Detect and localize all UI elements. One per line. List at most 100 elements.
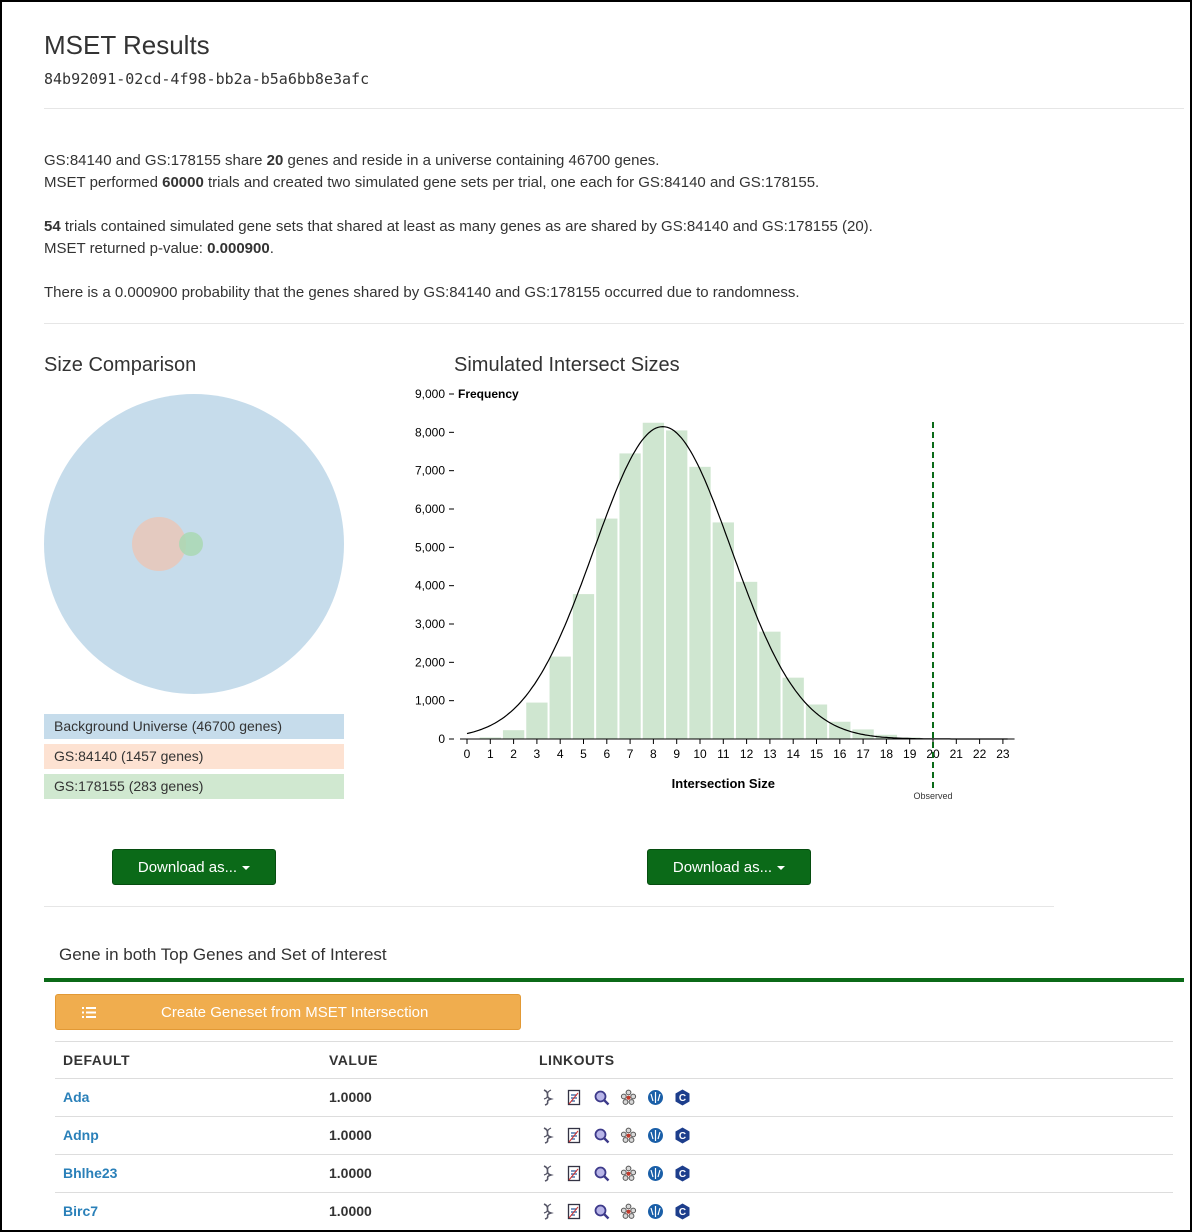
- y-tick-label: 2,000: [415, 655, 445, 669]
- hexagon-c-icon[interactable]: C: [674, 1203, 691, 1220]
- dna-icon[interactable]: [539, 1127, 556, 1144]
- table-top-border: [55, 1041, 1173, 1042]
- gene-link[interactable]: Adnp: [63, 1127, 99, 1143]
- gene-value: 1.0000: [329, 1165, 372, 1181]
- svg-text:C: C: [679, 1207, 686, 1218]
- globe-icon[interactable]: [647, 1127, 664, 1144]
- legend-gs178155: GS:178155 (283 genes): [44, 774, 344, 799]
- hexagon-c-icon[interactable]: C: [674, 1165, 691, 1182]
- dna-icon[interactable]: [539, 1089, 556, 1106]
- x-tick-label: 22: [973, 747, 987, 761]
- x-axis-label: Intersection Size: [672, 776, 775, 791]
- svg-text:C: C: [679, 1093, 686, 1104]
- linkouts: C: [539, 1165, 691, 1182]
- legend-universe: Background Universe (46700 genes): [44, 714, 344, 739]
- gene-value: 1.0000: [329, 1203, 372, 1219]
- histogram-bar: [596, 518, 618, 739]
- document-icon[interactable]: [566, 1089, 583, 1106]
- divider: [44, 906, 1054, 907]
- gene-link[interactable]: Bhlhe23: [63, 1165, 117, 1181]
- size-comparison-title: Size Comparison: [44, 354, 197, 376]
- histogram-bar: [549, 656, 571, 739]
- document-icon[interactable]: [566, 1127, 583, 1144]
- x-tick-label: 2: [510, 747, 517, 761]
- download-label: Download as...: [672, 858, 773, 876]
- x-tick-label: 21: [950, 747, 964, 761]
- download-histogram-button[interactable]: Download as...: [647, 849, 811, 885]
- column-header-linkouts: LINKOUTS: [539, 1052, 615, 1068]
- genes-section-title: Gene in both Top Genes and Set of Intere…: [59, 945, 387, 964]
- flower-icon[interactable]: [620, 1089, 637, 1106]
- x-tick-label: 9: [673, 747, 680, 761]
- linkouts: C: [539, 1203, 691, 1220]
- histogram-chart: 0 1,000 2,000 3,000 4,000 5,000 6,000 7,000 8,00…: [415, 387, 1015, 801]
- x-tick-label: 0: [464, 747, 471, 761]
- magnifier-icon[interactable]: [593, 1127, 610, 1144]
- flower-icon[interactable]: [620, 1203, 637, 1220]
- table-row: Ada 1.0000 C: [55, 1078, 1173, 1117]
- histogram-bar: [805, 704, 828, 739]
- download-venn-button[interactable]: Download as...: [112, 849, 276, 885]
- linkouts: C: [539, 1089, 691, 1106]
- x-tick-label: 1: [487, 747, 494, 761]
- x-tick-label: 12: [740, 747, 754, 761]
- column-header-default[interactable]: DEFAULT: [63, 1052, 130, 1068]
- histogram-bar: [712, 522, 734, 739]
- histogram-bar: [526, 702, 548, 739]
- y-tick-label: 3,000: [415, 617, 445, 631]
- table-row: Bhlhe23 1.0000 C: [55, 1154, 1173, 1193]
- x-tick-label: 4: [557, 747, 564, 761]
- x-tick-label: 11: [717, 747, 730, 761]
- magnifier-icon[interactable]: [593, 1165, 610, 1182]
- summary-line-3: 54 trials contained simulated gene sets …: [44, 218, 873, 235]
- x-tick-label: 17: [856, 747, 870, 761]
- caret-down-icon: [242, 866, 251, 870]
- globe-icon[interactable]: [647, 1165, 664, 1182]
- dna-icon[interactable]: [539, 1165, 556, 1182]
- x-tick-label: 16: [833, 747, 847, 761]
- x-tick-label: 23: [996, 747, 1010, 761]
- gene-value: 1.0000: [329, 1127, 372, 1143]
- divider: [44, 323, 1184, 324]
- globe-icon[interactable]: [647, 1203, 664, 1220]
- x-tick-label: 10: [693, 747, 707, 761]
- histogram-bar: [735, 581, 758, 739]
- dna-icon[interactable]: [539, 1203, 556, 1220]
- y-tick-label: 9,000: [415, 387, 445, 401]
- create-geneset-button[interactable]: Create Geneset from MSET Intersection: [55, 994, 521, 1030]
- x-tick-label: 13: [763, 747, 777, 761]
- x-tick-label: 7: [627, 747, 634, 761]
- column-header-value[interactable]: VALUE: [329, 1052, 378, 1068]
- summary-line-1: GS:84140 and GS:178155 share 20 genes an…: [44, 152, 660, 169]
- gene-link[interactable]: Birc7: [63, 1203, 98, 1219]
- x-tick-label: 5: [580, 747, 587, 761]
- histogram-bar: [666, 430, 688, 739]
- y-tick-label: 8,000: [415, 425, 445, 439]
- y-tick-label: 4,000: [415, 579, 445, 593]
- histogram-bar: [502, 730, 525, 739]
- gs178155-circle: [179, 532, 203, 556]
- linkouts: C: [539, 1127, 691, 1144]
- flower-icon[interactable]: [620, 1165, 637, 1182]
- document-icon[interactable]: [566, 1165, 583, 1182]
- section-rule: [44, 978, 1184, 982]
- magnifier-icon[interactable]: [593, 1203, 610, 1220]
- hexagon-c-icon[interactable]: C: [674, 1089, 691, 1106]
- document-icon[interactable]: [566, 1203, 583, 1220]
- x-tick-label: 19: [903, 747, 917, 761]
- globe-icon[interactable]: [647, 1089, 664, 1106]
- x-tick-label: 8: [650, 747, 657, 761]
- histogram-bar: [642, 422, 665, 739]
- histogram-bar: [572, 594, 595, 739]
- gs84140-circle: [132, 517, 186, 571]
- hexagon-c-icon[interactable]: C: [674, 1127, 691, 1144]
- list-icon: [82, 1007, 96, 1018]
- gene-value: 1.0000: [329, 1089, 372, 1105]
- x-tick-label: 18: [880, 747, 894, 761]
- flower-icon[interactable]: [620, 1127, 637, 1144]
- summary-line-4: MSET returned p-value: 0.000900.: [44, 240, 274, 257]
- x-tick-label: 6: [603, 747, 610, 761]
- y-tick-label: 5,000: [415, 540, 445, 554]
- magnifier-icon[interactable]: [593, 1089, 610, 1106]
- gene-link[interactable]: Ada: [63, 1089, 89, 1105]
